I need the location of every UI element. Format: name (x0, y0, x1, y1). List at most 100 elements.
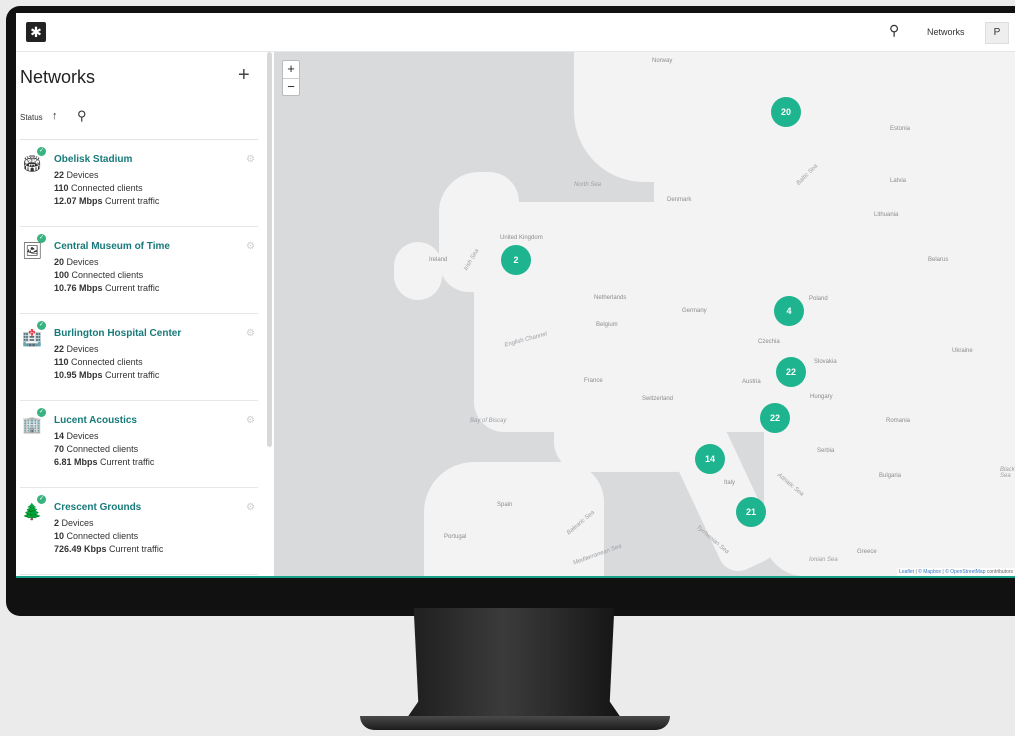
scrollbar[interactable] (267, 52, 272, 447)
monitor-stand (400, 608, 628, 728)
network-list-item[interactable]: 🌲 ✓ Crescent Grounds 2 Devices 10 Connec… (20, 488, 258, 575)
map-label: Ireland (429, 257, 448, 263)
devices-count: 20 Devices (54, 257, 99, 267)
traffic-value: 12.07 Mbps Current traffic (54, 196, 160, 206)
settings-icon[interactable]: ⚙ (246, 154, 255, 165)
map-cluster-marker[interactable]: 21 (736, 497, 766, 527)
status-ok-icon: ✓ (37, 321, 46, 330)
sort-status-label[interactable]: Status (20, 113, 43, 122)
sea-label: Black Sea (1000, 467, 1015, 479)
screen: ✱ ⚲ Networks P Networks + Status ↑ ⚲ 🏟 ✓… (16, 13, 1015, 578)
sort-arrow-icon[interactable]: ↑ (52, 110, 58, 122)
settings-icon[interactable]: ⚙ (246, 415, 255, 426)
map-label: Slovakia (814, 359, 837, 365)
devices-count: 2 Devices (54, 518, 94, 528)
traffic-value: 10.95 Mbps Current traffic (54, 370, 160, 380)
network-list-item[interactable]: 🏟 ✓ Obelisk Stadium 22 Devices 110 Conne… (20, 140, 258, 227)
map-label: Romania (886, 418, 911, 424)
nav-networks[interactable]: Networks (927, 27, 965, 37)
map-cluster-marker[interactable]: 22 (760, 403, 790, 433)
network-name[interactable]: Crescent Grounds (54, 502, 141, 513)
map-label: Austria (742, 379, 761, 385)
status-ok-icon: ✓ (37, 234, 46, 243)
network-list-item[interactable]: 🏢 ✓ Lucent Acoustics 14 Devices 70 Conne… (20, 401, 258, 488)
page-title: Networks (20, 67, 96, 87)
avatar[interactable]: P (985, 22, 1009, 44)
map-label: Denmark (667, 197, 692, 203)
map-cluster-marker[interactable]: 2 (501, 245, 531, 275)
settings-icon[interactable]: ⚙ (246, 328, 255, 339)
network-name[interactable]: Central Museum of Time (54, 241, 170, 252)
devices-count: 22 Devices (54, 170, 99, 180)
status-ok-icon: ✓ (37, 495, 46, 504)
map-label: Serbia (817, 448, 835, 454)
map-label: Hungary (810, 394, 833, 400)
traffic-value: 726.49 Kbps Current traffic (54, 544, 164, 554)
map-label: Germany (682, 308, 707, 314)
clients-count: 110 Connected clients (54, 357, 143, 367)
sea-label: Ionian Sea (809, 557, 838, 563)
add-network-button[interactable]: + (238, 64, 250, 87)
map-label: Netherlands (594, 295, 627, 301)
settings-icon[interactable]: ⚙ (246, 502, 255, 513)
map-label: Switzerland (642, 396, 674, 402)
map-label: Norway (652, 58, 673, 64)
network-list-item[interactable]: 🖼 ✓ Central Museum of Time 20 Devices 10… (20, 227, 258, 314)
network-name[interactable]: Burlington Hospital Center (54, 328, 181, 339)
map-attribution: Leaflet | © Mapbox | © OpenStreetMap con… (897, 568, 1015, 576)
clients-count: 70 Connected clients (54, 444, 139, 454)
park-icon: 🌲 (22, 504, 42, 521)
osm-link[interactable]: © OpenStreetMap (945, 569, 985, 575)
museum-icon: 🖼 (22, 243, 43, 260)
zoom-control: + − (282, 60, 300, 96)
map-label: Portugal (444, 534, 467, 540)
status-ok-icon: ✓ (37, 147, 46, 156)
hospital-icon: 🏥 (22, 330, 42, 347)
settings-icon[interactable]: ⚙ (246, 241, 255, 252)
leaflet-link[interactable]: Leaflet (899, 569, 914, 575)
map-label: France (584, 378, 603, 384)
map-label: Greece (857, 549, 877, 555)
devices-count: 22 Devices (54, 344, 99, 354)
sea-label: Bay of Biscay (470, 418, 507, 424)
map-label: Italy (724, 480, 736, 486)
sidebar: Networks + Status ↑ ⚲ 🏟 ✓ Obelisk Stadiu… (16, 52, 272, 576)
map-label: Poland (809, 296, 828, 302)
map-label: Belgium (596, 322, 618, 328)
devices-count: 14 Devices (54, 431, 99, 441)
sidebar-search-icon[interactable]: ⚲ (77, 108, 87, 124)
map-label: Spain (497, 502, 513, 508)
zoom-out-button[interactable]: − (283, 79, 299, 96)
sea-label: North Sea (574, 182, 602, 188)
monitor-stand-base (360, 716, 670, 730)
map-cluster-marker[interactable]: 4 (774, 296, 804, 326)
attribution-contributors: contributors (986, 569, 1013, 575)
zoom-in-button[interactable]: + (283, 61, 299, 79)
map-cluster-marker[interactable]: 14 (695, 444, 725, 474)
map-label: Latvia (890, 178, 907, 184)
mapbox-link[interactable]: © Mapbox (918, 569, 941, 575)
network-list-item[interactable]: 🏥 ✓ Burlington Hospital Center 22 Device… (20, 314, 258, 401)
app-logo[interactable]: ✱ (26, 22, 46, 42)
map[interactable]: + − Norway Ireland United Kingdom Denmar… (274, 52, 1015, 576)
map-label: Czechia (758, 339, 780, 345)
map-label: Ukraine (952, 348, 973, 354)
map-label: Estonia (890, 126, 911, 132)
network-name[interactable]: Lucent Acoustics (54, 415, 137, 426)
map-label: Belarus (928, 257, 949, 263)
top-bar: ✱ ⚲ Networks P (16, 13, 1015, 52)
search-icon[interactable]: ⚲ (889, 22, 899, 39)
traffic-value: 10.76 Mbps Current traffic (54, 283, 160, 293)
clients-count: 110 Connected clients (54, 183, 143, 193)
network-name[interactable]: Obelisk Stadium (54, 154, 132, 165)
land-balkans (764, 432, 1015, 576)
map-label: United Kingdom (500, 235, 543, 241)
map-cluster-marker[interactable]: 20 (771, 97, 801, 127)
traffic-value: 6.81 Mbps Current traffic (54, 457, 155, 467)
status-ok-icon: ✓ (37, 408, 46, 417)
land-ireland (394, 242, 442, 300)
map-cluster-marker[interactable]: 22 (776, 357, 806, 387)
land-britain (439, 172, 519, 292)
clients-count: 10 Connected clients (54, 531, 139, 541)
map-label: Lithuania (874, 212, 899, 218)
